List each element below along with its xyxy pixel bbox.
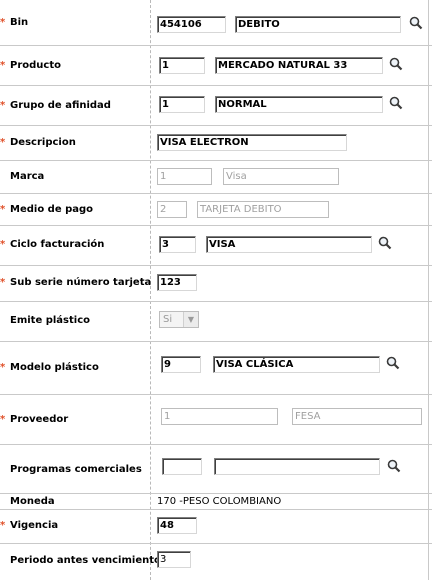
medio-code-field: 2 (157, 201, 187, 218)
magnifier-icon[interactable] (409, 16, 423, 30)
required-mark: * (0, 239, 6, 250)
magnifier-icon[interactable] (389, 96, 403, 110)
row-sub-serie: * Sub serie número tarjeta 123 (0, 265, 432, 302)
marca-code-field: 1 (157, 168, 212, 185)
ciclo-desc-input[interactable]: VISA (206, 236, 372, 253)
producto-desc-input[interactable]: MERCADO NATURAL 33 (215, 57, 383, 74)
row-producto: * Producto 1 MERCADO NATURAL 33 (0, 45, 432, 86)
marca-label: Marca (10, 171, 45, 182)
required-mark: * (0, 100, 6, 111)
descripcion-label: Descripcion (10, 137, 76, 148)
producto-code-input[interactable]: 1 (159, 57, 205, 74)
magnifier-icon[interactable] (378, 236, 392, 250)
medio-desc-field: TARJETA DEBITO (197, 201, 329, 218)
row-periodo-antes-vencimiento: Periodo antes vencimiento 3 (0, 543, 432, 580)
emite-selected-value: Si (163, 314, 173, 325)
row-bin: * Bin 454106 DEBITO (0, 0, 432, 46)
emite-select[interactable]: Si ▼ (159, 311, 199, 328)
vigencia-input[interactable]: 48 (157, 517, 197, 534)
ciclo-code-input[interactable]: 3 (159, 236, 196, 253)
required-mark: * (0, 17, 6, 28)
magnifier-icon[interactable] (387, 459, 401, 473)
bin-desc-input[interactable]: DEBITO (235, 16, 401, 33)
magnifier-icon[interactable] (386, 356, 400, 370)
row-vigencia: * Vigencia 48 (0, 509, 432, 544)
proveedor-code-field: 1 (161, 408, 278, 425)
bin-code-input[interactable]: 454106 (157, 16, 226, 33)
required-mark: * (0, 414, 6, 425)
ciclo-label: Ciclo facturación (10, 239, 105, 250)
grupo-label: Grupo de afinidad (10, 100, 111, 111)
programas-label: Programas comerciales (10, 464, 142, 475)
proveedor-label: Proveedor (10, 414, 69, 425)
subserie-label: Sub serie número tarjeta (10, 277, 152, 288)
periodo-label: Periodo antes vencimiento (10, 555, 161, 566)
required-mark: * (0, 362, 6, 373)
moneda-value: 170 -PESO COLOMBIANO (157, 496, 282, 507)
medio-label: Medio de pago (10, 204, 94, 215)
programas-desc-input[interactable] (214, 458, 380, 475)
required-mark: * (0, 60, 6, 71)
row-programas-comerciales: Programas comerciales (0, 444, 432, 494)
modelo-label: Modelo plástico (10, 362, 99, 373)
required-mark: * (0, 520, 6, 531)
row-grupo-afinidad: * Grupo de afinidad 1 NORMAL (0, 85, 432, 126)
descripcion-input[interactable]: VISA ELECTRON (157, 134, 347, 151)
magnifier-icon[interactable] (389, 57, 403, 71)
bin-label: Bin (10, 17, 29, 28)
vigencia-label: Vigencia (10, 520, 59, 531)
required-mark: * (0, 137, 6, 148)
grupo-desc-input[interactable]: NORMAL (215, 96, 383, 113)
row-medio-pago: * Medio de pago 2 TARJETA DEBITO (0, 193, 432, 226)
emite-label: Emite plástico (10, 315, 91, 326)
row-proveedor: * Proveedor 1 FESA (0, 394, 432, 445)
chevron-down-icon[interactable]: ▼ (183, 312, 198, 327)
row-moneda: Moneda 170 -PESO COLOMBIANO (0, 493, 432, 510)
row-modelo-plastico: * Modelo plástico 9 VISA CLÁSICA (0, 341, 432, 395)
grupo-code-input[interactable]: 1 (159, 96, 205, 113)
moneda-label: Moneda (10, 496, 55, 507)
producto-label: Producto (10, 60, 61, 71)
row-marca: Marca 1 Visa (0, 160, 432, 194)
periodo-input[interactable]: 3 (157, 551, 191, 568)
required-mark: * (0, 277, 6, 288)
required-mark: * (0, 204, 6, 215)
row-ciclo-facturacion: * Ciclo facturación 3 VISA (0, 225, 432, 266)
modelo-code-input[interactable]: 9 (161, 356, 201, 373)
proveedor-desc-field: FESA (292, 408, 422, 425)
row-emite-plastico: Emite plástico Si ▼ (0, 301, 432, 342)
subserie-input[interactable]: 123 (157, 274, 197, 291)
programas-code-input[interactable] (162, 458, 202, 475)
row-descripcion: * Descripcion VISA ELECTRON (0, 125, 432, 161)
modelo-desc-input[interactable]: VISA CLÁSICA (213, 356, 380, 373)
marca-desc-field: Visa (223, 168, 339, 185)
